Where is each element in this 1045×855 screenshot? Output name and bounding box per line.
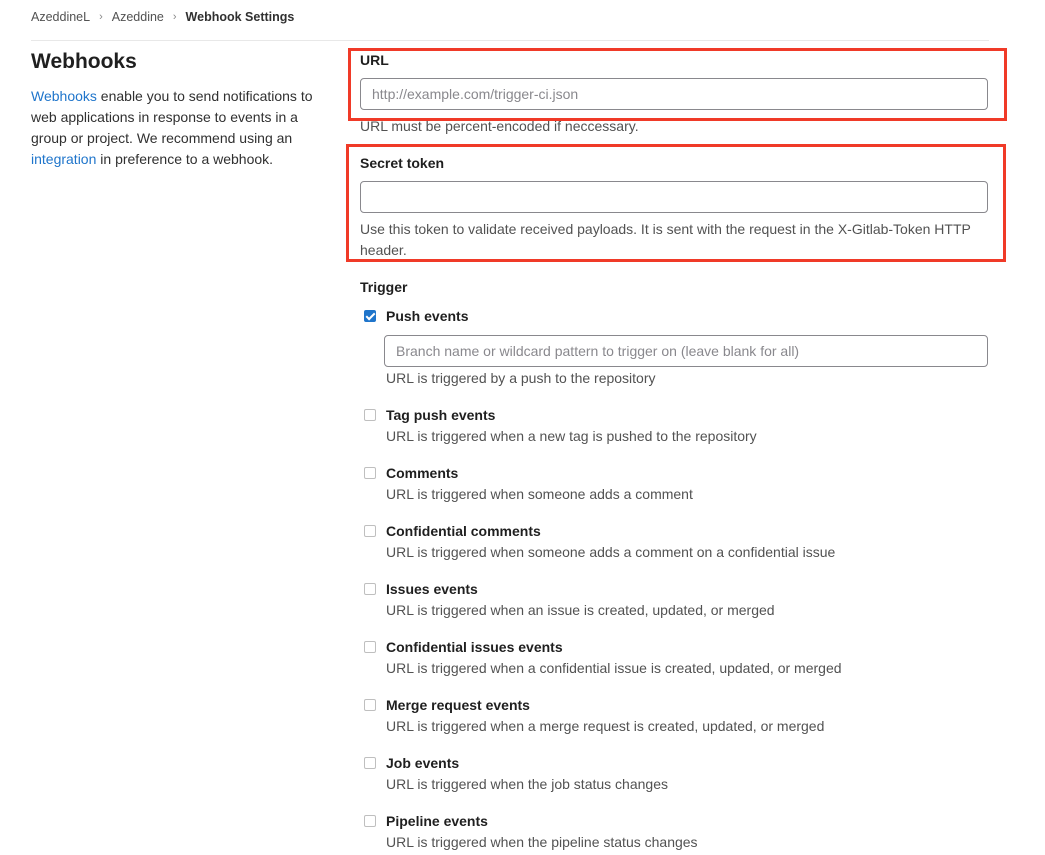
push-branch-filter-input[interactable] xyxy=(384,335,988,367)
breadcrumb-item-project[interactable]: Azeddine xyxy=(112,10,164,24)
comments-description: URL is triggered when someone adds a com… xyxy=(386,486,693,502)
comments-checkbox[interactable] xyxy=(364,467,376,479)
breadcrumb: AzeddineL › Azeddine › Webhook Settings xyxy=(31,9,294,25)
confidential-comments-label: Confidential comments xyxy=(386,523,541,539)
divider xyxy=(31,40,989,41)
job-events-description: URL is triggered when the job status cha… xyxy=(386,776,668,792)
chevron-right-icon: › xyxy=(172,11,177,23)
job-events-checkbox[interactable] xyxy=(364,757,376,769)
push-events-description: URL is triggered by a push to the reposi… xyxy=(386,370,656,386)
pipeline-events-description: URL is triggered when the pipeline statu… xyxy=(386,834,698,850)
breadcrumb-item-group[interactable]: AzeddineL xyxy=(31,10,90,24)
confidential-comments-checkbox[interactable] xyxy=(364,525,376,537)
pipeline-events-label: Pipeline events xyxy=(386,813,488,829)
webhooks-link[interactable]: Webhooks xyxy=(31,88,97,104)
merge-request-events-checkbox[interactable] xyxy=(364,699,376,711)
chevron-right-icon: › xyxy=(99,11,103,23)
url-highlight-box xyxy=(348,48,1007,121)
pipeline-events-checkbox[interactable] xyxy=(364,815,376,827)
merge-request-events-description: URL is triggered when a merge request is… xyxy=(386,718,825,734)
confidential-issues-events-label: Confidential issues events xyxy=(386,639,563,655)
tag-push-events-label: Tag push events xyxy=(386,407,496,423)
page-title: Webhooks xyxy=(31,50,137,73)
push-events-label: Push events xyxy=(386,308,469,324)
job-events-label: Job events xyxy=(386,755,460,771)
confidential-issues-events-description: URL is triggered when a confidential iss… xyxy=(386,660,842,676)
merge-request-events-label: Merge request events xyxy=(386,697,530,713)
push-events-checkbox[interactable] xyxy=(364,310,376,322)
description-text: Webhooks enable you to send notification… xyxy=(31,86,331,170)
trigger-heading: Trigger xyxy=(360,279,408,295)
tag-push-events-checkbox[interactable] xyxy=(364,409,376,421)
issues-events-checkbox[interactable] xyxy=(364,583,376,595)
settings-description: Webhooks Webhooks enable you to send not… xyxy=(31,50,331,170)
secret-token-highlight-box xyxy=(346,144,1006,262)
description-part-2: in preference to a webhook. xyxy=(96,151,274,167)
integration-link[interactable]: integration xyxy=(31,151,96,167)
issues-events-description: URL is triggered when an issue is create… xyxy=(386,602,775,618)
comments-label: Comments xyxy=(386,465,459,481)
confidential-issues-events-checkbox[interactable] xyxy=(364,641,376,653)
breadcrumb-item-current: Webhook Settings xyxy=(185,10,295,24)
tag-push-events-description: URL is triggered when a new tag is pushe… xyxy=(386,428,757,444)
confidential-comments-description: URL is triggered when someone adds a com… xyxy=(386,544,836,560)
issues-events-label: Issues events xyxy=(386,581,478,597)
